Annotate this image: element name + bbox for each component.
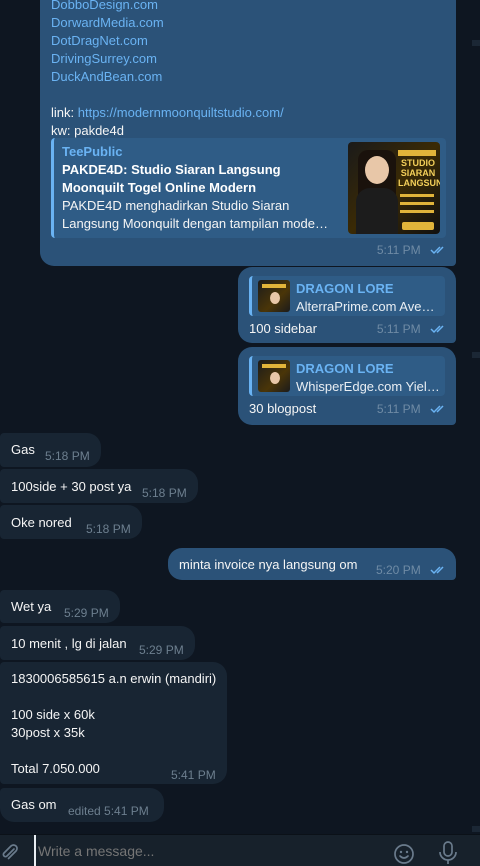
chat-history[interactable]: DobboDesign.com DorwardMedia.com DotDrag… (0, 0, 480, 834)
incoming-message[interactable]: 10 menit , lg di jalan 5:29 PM (0, 626, 195, 660)
message-composer (0, 834, 480, 866)
scrollbar[interactable] (472, 0, 480, 834)
message-text: Gas (11, 442, 35, 457)
domain-link[interactable]: DobboDesign.com (51, 0, 284, 14)
domain-link[interactable]: DorwardMedia.com (51, 14, 284, 32)
outgoing-message[interactable]: minta invoice nya langsung om 5:20 PM (168, 548, 456, 580)
message-text: minta invoice nya langsung om (179, 557, 358, 572)
message-time: 5:11 PM (376, 243, 421, 258)
outgoing-message[interactable]: DRAGON LORE WhisperEdge.com Yiel… 30 blo… (238, 347, 456, 425)
incoming-message[interactable]: Wet ya 5:29 PM (0, 590, 120, 623)
message-meta: 5:11 PM (377, 400, 448, 419)
double-check-icon (430, 562, 448, 580)
message-time: 5:29 PM (64, 606, 109, 620)
message-text: Wet ya (11, 599, 52, 614)
preview-thumbnail[interactable]: STUDIO SIARAN LANGSUNG (348, 142, 440, 234)
message-input[interactable] (34, 835, 374, 866)
message-text: 10 menit , lg di jalan (11, 636, 127, 651)
link-label: link: (51, 105, 75, 120)
message-time: 5:41 PM (171, 768, 216, 782)
domain-link[interactable]: DrivingSurrey.com (51, 50, 284, 68)
reply-title: DRAGON LORE (296, 281, 394, 296)
message-text: 30 blogpost (249, 401, 317, 416)
message-time: edited 5:41 PM (68, 804, 149, 818)
incoming-message[interactable]: Oke nored 5:18 PM (0, 505, 142, 539)
reply-snippet: AlterraPrime.com Ave… (296, 299, 435, 314)
reply-thumbnail (258, 280, 290, 312)
preview-description: Langsung Moonquilt dengan tampilan mode… (62, 216, 328, 231)
preview-title: Moonquilt Togel Online Modern (62, 180, 257, 195)
message-time: 5:20 PM (376, 563, 421, 577)
reply-quote[interactable]: DRAGON LORE AlterraPrime.com Ave… (249, 276, 445, 316)
invoice-line: 100 side x 60k (11, 707, 95, 722)
reply-quote[interactable]: DRAGON LORE WhisperEdge.com Yiel… (249, 356, 445, 396)
message-time: 5:18 PM (86, 522, 131, 536)
incoming-message[interactable]: 1830006585615 a.n erwin (mandiri) 100 si… (0, 662, 227, 784)
microphone-icon[interactable] (438, 841, 458, 866)
message-meta: 5:11 PM (377, 320, 448, 339)
message-meta: 5:11 PM (377, 241, 448, 260)
outgoing-message[interactable]: DobboDesign.com DorwardMedia.com DotDrag… (40, 0, 456, 266)
double-check-icon (430, 242, 448, 260)
reply-title: DRAGON LORE (296, 361, 394, 376)
message-text: Oke nored (11, 515, 72, 530)
reply-snippet: WhisperEdge.com Yiel… (296, 379, 440, 394)
preview-title: PAKDE4D: Studio Siaran Langsung (62, 162, 281, 177)
message-time: 5:11 PM (376, 322, 421, 337)
invoice-account: 1830006585615 a.n erwin (mandiri) (11, 671, 217, 686)
message-meta: 5:20 PM (376, 561, 448, 580)
outgoing-message[interactable]: DRAGON LORE AlterraPrime.com Ave… 100 si… (238, 267, 456, 343)
message-time: 5:18 PM (142, 486, 187, 500)
message-text: Gas om (11, 797, 57, 812)
incoming-message[interactable]: Gas om edited 5:41 PM (0, 788, 164, 822)
emoji-icon[interactable] (393, 843, 415, 866)
message-time: 5:18 PM (45, 449, 90, 463)
double-check-icon (430, 401, 448, 419)
message-time: 5:11 PM (376, 402, 421, 417)
domain-list: DobboDesign.com DorwardMedia.com DotDrag… (51, 0, 284, 140)
link-preview[interactable]: TeePublic PAKDE4D: Studio Siaran Langsun… (51, 138, 446, 238)
domain-link[interactable]: DotDragNet.com (51, 32, 284, 50)
preview-description: PAKDE4D menghadirkan Studio Siaran (62, 198, 290, 213)
message-text: 100side + 30 post ya (11, 479, 132, 494)
message-text: 100 sidebar (249, 321, 317, 336)
message-time: 5:29 PM (139, 643, 184, 657)
reply-thumbnail (258, 360, 290, 392)
domain-link[interactable]: DuckAndBean.com (51, 68, 284, 86)
thumbnail-text: STUDIO SIARAN LANGSUNG (398, 158, 440, 188)
paperclip-icon[interactable] (0, 843, 20, 866)
incoming-message[interactable]: 100side + 30 post ya 5:18 PM (0, 469, 198, 503)
invoice-line: 30post x 35k (11, 725, 85, 740)
preview-site-name: TeePublic (62, 144, 123, 159)
incoming-message[interactable]: Gas 5:18 PM (0, 433, 101, 467)
invoice-total: Total 7.050.000 (11, 761, 100, 776)
double-check-icon (430, 321, 448, 339)
url-link[interactable]: https://modernmoonquiltstudio.com/ (78, 105, 284, 120)
